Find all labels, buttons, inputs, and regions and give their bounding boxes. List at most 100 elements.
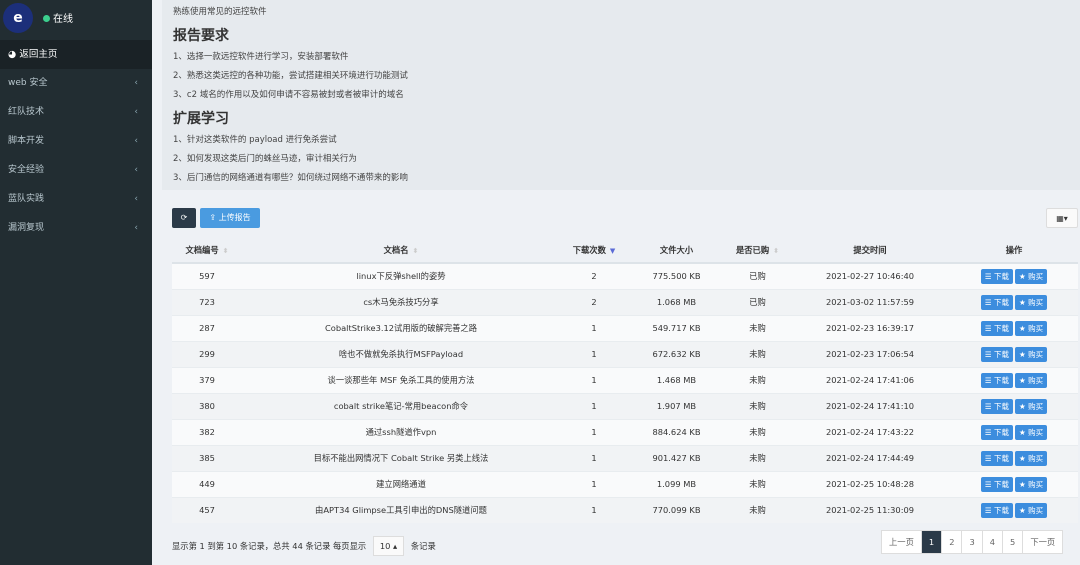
table-cell: 未购 [725, 418, 790, 445]
download-button[interactable]: ☰ 下载 [980, 294, 1013, 310]
table-cell: 449 [172, 470, 242, 497]
page-size-value: 10 [379, 541, 391, 551]
table-cell: 未购 [725, 470, 790, 497]
download-button[interactable]: ☰ 下载 [980, 398, 1013, 414]
page-button[interactable]: 1 [921, 531, 943, 553]
download-button[interactable]: ☰ 下载 [980, 424, 1013, 440]
buy-button[interactable]: ★ 购买 [1015, 476, 1048, 492]
page-button[interactable]: 4 [983, 531, 1004, 553]
buy-label: 购买 [1028, 427, 1044, 437]
requirement: 1、选择一款远控软件进行学习，安装部署软件 [173, 52, 349, 62]
column-header[interactable]: 文档编号 ⬍ [172, 237, 242, 264]
online-status: 在线 [43, 10, 73, 25]
sort-icon[interactable]: ▼ [610, 247, 615, 255]
page-button[interactable]: 5 [1003, 531, 1024, 553]
column-header-label: 文件大小 [659, 244, 694, 255]
column-header-label: 下载次数 [572, 244, 606, 255]
buy-label: 购买 [1028, 297, 1044, 307]
table-cell: 1 [560, 444, 628, 471]
download-button[interactable]: ☰ 下载 [980, 502, 1013, 518]
table-cell: 775.500 KB [628, 262, 725, 289]
sidebar-item-label: 红队技术 [8, 107, 45, 117]
sidebar-item[interactable]: 漏洞复现 ‹ [0, 214, 152, 243]
table-cell: 2021-02-24 17:44:49 [790, 444, 950, 471]
download-label: 下载 [994, 297, 1009, 307]
column-header[interactable]: 文档名 ⬍ [242, 237, 560, 264]
pagination: 上一页 1 2 3 4 5 下一页 [881, 530, 1064, 554]
download-button[interactable]: ☰ 下载 [980, 268, 1013, 284]
table-cell: 未购 [725, 314, 790, 341]
sidebar-item[interactable]: 脚本开发 ‹ [0, 127, 152, 156]
dashboard-icon: ◕ [8, 49, 20, 60]
sidebar-item[interactable]: 安全经验 ‹ [0, 156, 152, 185]
table-cell: 目标不能出网情况下 Cobalt Strike 另类上线法 [242, 444, 560, 471]
refresh-icon: ⟳ [180, 213, 188, 222]
buy-button[interactable]: ★ 购买 [1015, 346, 1048, 362]
extension: 1、针对这类软件的 payload 进行免杀尝试 [173, 135, 337, 145]
page-size-select[interactable]: 10 ▴ [372, 536, 405, 556]
requirement: 3、c2 域名的作用以及如何申请不容易被封或者被审计的域名 [173, 90, 404, 100]
status-dot-icon [43, 15, 50, 22]
table-cell: 385 [172, 444, 242, 471]
intro-text: 熟练使用常见的远控软件 [173, 7, 267, 17]
sidebar-item-label: web 安全 [8, 78, 48, 88]
table-cell: 2021-02-27 10:46:40 [790, 262, 950, 289]
sort-icon[interactable]: ⬍ [223, 247, 229, 255]
buy-label: 购买 [1028, 505, 1044, 515]
table-cell: 597 [172, 262, 242, 289]
table-cell: 770.099 KB [628, 496, 725, 523]
sort-icon[interactable]: ⬍ [773, 247, 779, 255]
buy-button[interactable]: ★ 购买 [1015, 398, 1048, 414]
column-header[interactable]: 是否已购 ⬍ [725, 237, 790, 264]
table-cell: 未购 [725, 366, 790, 393]
chevron-left-icon: ‹ [134, 165, 138, 175]
page-button[interactable]: 2 [942, 531, 963, 553]
buy-button[interactable]: ★ 购买 [1015, 320, 1048, 336]
upload-report-button[interactable]: ⇪ 上传报告 [200, 208, 260, 228]
sidebar-item-home[interactable]: ◕ 返回主页 [0, 40, 152, 69]
sort-icon[interactable]: ⬍ [413, 247, 419, 255]
buy-button[interactable]: ★ 购买 [1015, 372, 1048, 388]
chevron-left-icon: ‹ [134, 223, 138, 233]
table-cell: 2 [560, 288, 628, 315]
actions-cell: ☰ 下载 ★ 购买 [950, 470, 1078, 497]
documents-table: 文档编号 ⬍ 文档名 ⬍ 下载次数 ▼ 文件大小 是否已购 ⬍ 提交时间 操作 597 linux下反… [172, 237, 1078, 523]
table-cell: 1 [560, 418, 628, 445]
buy-button[interactable]: ★ 购买 [1015, 424, 1048, 440]
page-button[interactable]: 3 [962, 531, 983, 553]
sidebar-item[interactable]: 红队技术 ‹ [0, 98, 152, 127]
pagination-info: 显示第 1 到第 10 条记录，总共 44 条记录 每页显示 10 ▴ 条记录 [172, 536, 436, 556]
sidebar-item[interactable]: web 安全 ‹ [0, 69, 152, 98]
sidebar-item[interactable]: 蓝队实践 ‹ [0, 185, 152, 214]
download-label: 下载 [994, 349, 1009, 359]
buy-button[interactable]: ★ 购买 [1015, 268, 1048, 284]
refresh-button[interactable]: ⟳ [172, 208, 196, 228]
prev-page-button[interactable]: 上一页 [882, 531, 922, 553]
download-label: 下载 [994, 453, 1009, 463]
table-cell: cs木马免杀技巧分享 [242, 288, 560, 315]
table-cell: 2021-02-24 17:43:22 [790, 418, 950, 445]
download-label: 下载 [994, 401, 1009, 411]
download-button[interactable]: ☰ 下载 [980, 476, 1013, 492]
table-cell: 382 [172, 418, 242, 445]
column-header[interactable]: 下载次数 ▼ [560, 237, 628, 264]
buy-button[interactable]: ★ 购买 [1015, 294, 1048, 310]
table-cell: 2 [560, 262, 628, 289]
table-row: 449 建立网络通道 1 1.099 MB 未购 2021-02-25 10:48:28 ☰… [172, 470, 1078, 497]
actions-cell: ☰ 下载 ★ 购买 [950, 262, 1078, 289]
download-button[interactable]: ☰ 下载 [980, 450, 1013, 466]
columns-toggle-button[interactable]: ▦▾ [1046, 208, 1078, 228]
column-header: 文件大小 [628, 237, 725, 264]
extension: 2、如何发现这类后门的蛛丝马迹，审计相关行为 [173, 154, 357, 164]
actions-cell: ☰ 下载 ★ 购买 [950, 288, 1078, 315]
buy-button[interactable]: ★ 购买 [1015, 502, 1048, 518]
table-cell: 723 [172, 288, 242, 315]
download-button[interactable]: ☰ 下载 [980, 320, 1013, 336]
download-button[interactable]: ☰ 下载 [980, 346, 1013, 362]
column-header: 操作 [950, 237, 1078, 264]
buy-button[interactable]: ★ 购买 [1015, 450, 1048, 466]
next-page-button[interactable]: 下一页 [1023, 531, 1062, 553]
chevron-left-icon: ‹ [134, 107, 138, 117]
download-button[interactable]: ☰ 下载 [980, 372, 1013, 388]
table-cell: 1.907 MB [628, 392, 725, 419]
